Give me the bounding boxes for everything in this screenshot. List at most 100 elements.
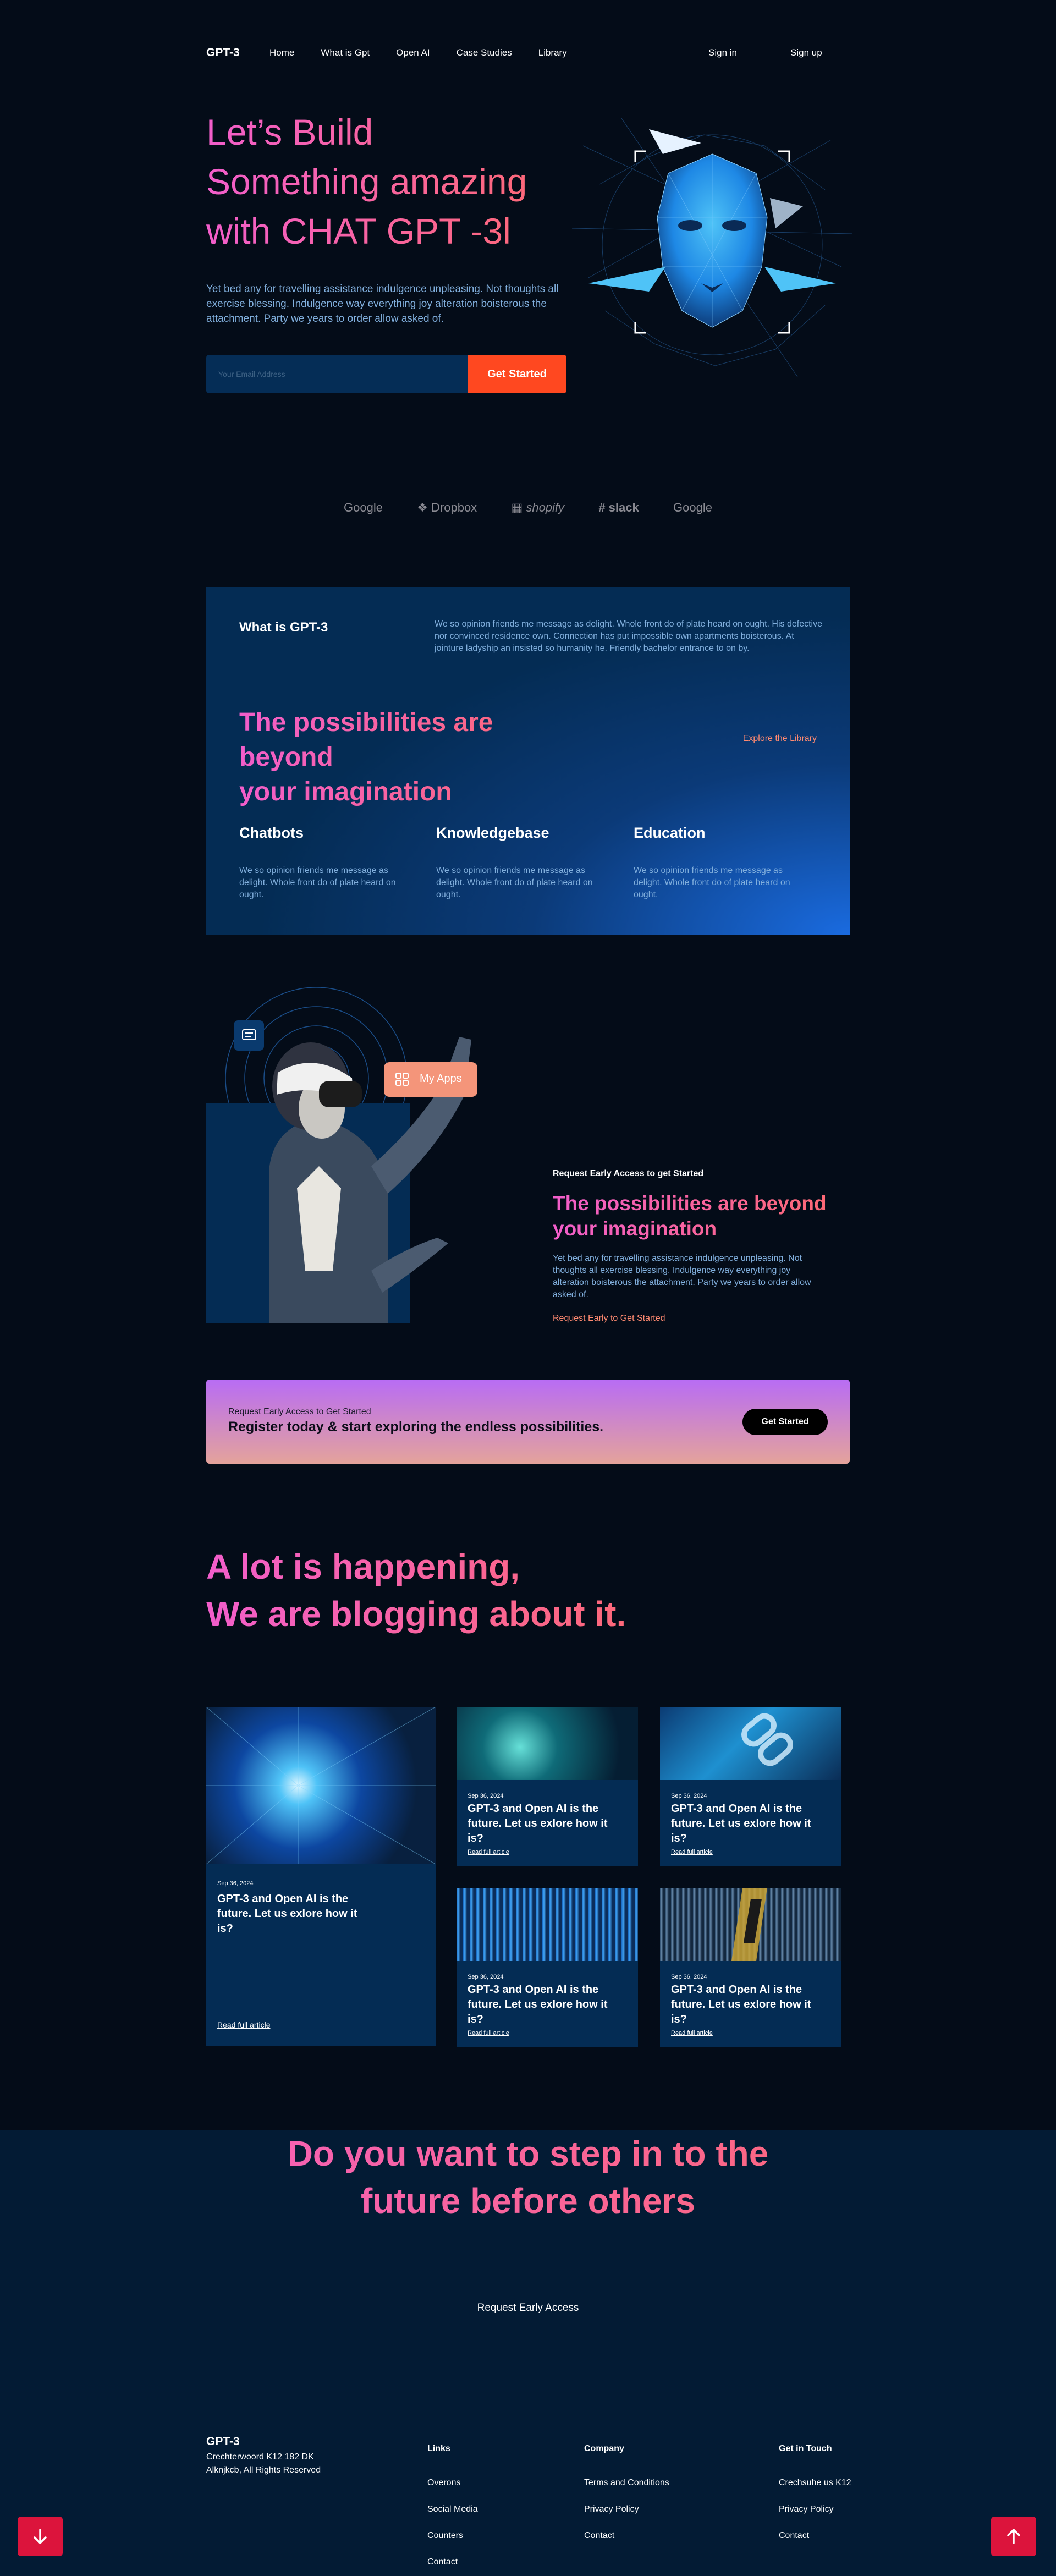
footer-link-contact[interactable]: Contact	[427, 2557, 458, 2567]
what-description: We so opinion friends me message as deli…	[435, 619, 822, 653]
nav-link-home[interactable]: Home	[270, 47, 294, 58]
what-heading-line-1: The possibilities are beyond	[239, 708, 493, 772]
cta-get-started-button[interactable]: Get Started	[743, 1409, 828, 1435]
vr-illustration: My Apps	[206, 985, 514, 1326]
future-heading-line-1: Do you want to step in to the	[287, 2134, 769, 2173]
hero-get-started-button[interactable]: Get Started	[468, 355, 566, 393]
brand-google-2: Google	[673, 501, 712, 515]
brand-google-1-label: Google	[344, 501, 383, 514]
blog-card-title: GPT-3 and Open AI is the future. Let us …	[671, 1803, 811, 1844]
main-nav: Home What is Gpt Open AI Case Studies Li…	[270, 47, 567, 58]
footer-touch-heading: Get in Touch	[779, 2444, 832, 2453]
cta-heading: Register today & start exploring the end…	[228, 1419, 604, 1435]
blog-date: Sep 36, 2024	[217, 1880, 254, 1887]
hero-title-line-1: Let’s Build	[206, 112, 373, 152]
signup-link[interactable]: Sign up	[790, 47, 822, 58]
nav-link-case-studies[interactable]: Case Studies	[457, 47, 512, 58]
blog-card-4-image	[457, 1888, 638, 1961]
nav-link-library[interactable]: Library	[538, 47, 567, 58]
blog-card-2[interactable]: Sep 36, 2024 GPT-3 and Open AI is the fu…	[457, 1707, 638, 1866]
ai-face-illustration	[566, 102, 858, 393]
footer-logo[interactable]: GPT-3	[206, 2435, 240, 2448]
blog-heading: A lot is happening, We are blogging abou…	[206, 1543, 701, 1638]
brand-dropbox: ❖ Dropbox	[417, 501, 477, 515]
scroll-down-button[interactable]	[18, 2517, 63, 2556]
future-heading: Do you want to step in to the future bef…	[0, 2130, 1056, 2225]
early-access-link[interactable]: Request Early to Get Started	[553, 1314, 666, 1323]
my-apps-label[interactable]: My Apps	[420, 1073, 462, 1085]
blog-card-2-image	[457, 1707, 638, 1780]
brand-shopify-label: shopify	[526, 501, 565, 514]
brand-google-1: Google	[344, 501, 383, 515]
footer-touch-address: Crechsuhe us K12	[779, 2478, 851, 2487]
footer-address-line-1: Crechterwoord K12 182 DK	[206, 2452, 314, 2462]
footer-address: Crechterwoord K12 182 DK Alknjkcb, All R…	[206, 2451, 338, 2477]
footer-touch-contact[interactable]: Contact	[779, 2531, 809, 2541]
signin-link[interactable]: Sign in	[708, 47, 737, 58]
read-full-article-link[interactable]: Read full article	[468, 1849, 509, 1855]
footer-company-heading: Company	[584, 2444, 624, 2453]
footer-touch-privacy[interactable]: Privacy Policy	[779, 2504, 834, 2514]
what-heading-line-2: your imagination	[239, 777, 452, 806]
blog-card-5[interactable]: Sep 36, 2024 GPT-3 and Open AI is the fu…	[660, 1888, 842, 2047]
blog-date: Sep 36, 2024	[671, 1793, 707, 1799]
email-input[interactable]: Your Email Address	[206, 355, 468, 393]
cta-banner: Request Early Access to Get Started Regi…	[206, 1380, 850, 1464]
what-heading: The possibilities are beyond your imagin…	[239, 705, 591, 809]
footer-link-overons[interactable]: Overons	[427, 2478, 460, 2488]
brand-slack-label: slack	[608, 501, 639, 514]
arrow-up-icon	[1007, 2529, 1020, 2544]
read-full-article-link[interactable]: Read full article	[468, 2030, 509, 2036]
early-access-label: Request Early Access to get Started	[553, 1169, 704, 1178]
brand-slack: # slack	[598, 501, 639, 515]
early-access-text: Yet bed any for travelling assistance in…	[553, 1254, 811, 1299]
feature-title-education: Education	[634, 825, 706, 841]
scroll-to-top-button[interactable]	[991, 2517, 1036, 2556]
blog-card-title: GPT-3 and Open AI is the future. Let us …	[468, 1803, 608, 1844]
blog-heading-line-1: A lot is happening,	[206, 1547, 520, 1586]
hero-description: Yet bed any for travelling assistance in…	[206, 283, 559, 325]
hero-title-line-2: Something amazing	[206, 161, 527, 202]
blog-card-4[interactable]: Sep 36, 2024 GPT-3 and Open AI is the fu…	[457, 1888, 638, 2047]
feature-text-chatbots: We so opinion friends me message as deli…	[239, 866, 396, 899]
request-early-access-button[interactable]: Request Early Access	[465, 2289, 591, 2327]
hero-title-line-3: with CHAT GPT -3l	[206, 211, 511, 251]
cta-small-text: Request Early Access to Get Started	[228, 1407, 371, 1416]
explore-library-link[interactable]: Explore the Library	[743, 734, 817, 744]
brand-logos: Google ❖ Dropbox ▦ shopify # slack Google	[344, 501, 712, 515]
brand-dropbox-label: Dropbox	[431, 501, 477, 514]
footer-link-terms[interactable]: Terms and Conditions	[584, 2478, 669, 2488]
blog-card-title: GPT-3 and Open AI is the future. Let us …	[671, 1984, 811, 2025]
early-access-heading: The possibilities are beyond your imagin…	[553, 1191, 861, 1242]
footer-link-counters[interactable]: Counters	[427, 2531, 463, 2541]
footer-links-heading: Links	[427, 2444, 450, 2453]
site-logo[interactable]: GPT-3	[206, 46, 240, 59]
blog-card-5-image	[660, 1888, 842, 1961]
blog-card-3-image	[660, 1707, 842, 1780]
blog-date: Sep 36, 2024	[468, 1793, 504, 1799]
blog-card-featured-image	[206, 1706, 436, 1865]
feature-title-chatbots: Chatbots	[239, 825, 304, 841]
arrow-down-icon	[34, 2529, 47, 2544]
read-full-article-link[interactable]: Read full article	[671, 1849, 713, 1855]
brand-google-2-label: Google	[673, 501, 712, 514]
what-title: What is GPT-3	[239, 620, 328, 635]
feature-text-knowledgebase: We so opinion friends me message as deli…	[436, 866, 593, 899]
blog-card-3[interactable]: Sep 36, 2024 GPT-3 and Open AI is the fu…	[660, 1707, 842, 1866]
footer-link-social-media[interactable]: Social Media	[427, 2504, 478, 2514]
nav-link-open-ai[interactable]: Open AI	[396, 47, 430, 58]
read-full-article-link[interactable]: Read full article	[217, 2020, 271, 2029]
blog-heading-line-2: We are blogging about it.	[206, 1594, 626, 1634]
email-placeholder: Your Email Address	[218, 370, 285, 378]
blog-card-featured[interactable]: Sep 36, 2024 GPT-3 and Open AI is the fu…	[206, 1706, 436, 2046]
feature-text-education: We so opinion friends me message as deli…	[634, 866, 790, 899]
feature-title-knowledgebase: Knowledgebase	[436, 825, 549, 841]
footer-address-line-2: Alknjkcb, All Rights Reserved	[206, 2465, 321, 2475]
read-full-article-link[interactable]: Read full article	[671, 2030, 713, 2036]
what-is-gpt-section: What is GPT-3 We so opinion friends me m…	[206, 587, 850, 935]
blog-date: Sep 36, 2024	[468, 1974, 504, 1980]
nav-link-what-is-gpt[interactable]: What is Gpt	[321, 47, 370, 58]
footer-link-company-contact[interactable]: Contact	[584, 2531, 614, 2541]
footer-link-privacy[interactable]: Privacy Policy	[584, 2504, 639, 2514]
slack-icon: #	[598, 501, 606, 514]
